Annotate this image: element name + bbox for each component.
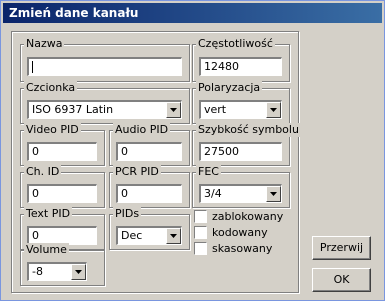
video-pid-label: Video PID [24,123,81,137]
text-pid-label: Text PID [24,207,73,221]
skasowany-label: skasowany [212,242,273,255]
szybkosc-symbolu-input[interactable]: 27500 [199,142,282,161]
polaryzacja-dropdown-arrow[interactable] [266,102,281,118]
volume-dropdown-arrow[interactable] [71,264,86,280]
pids-select[interactable]: Dec [116,226,182,245]
czcionka-dropdown-arrow[interactable] [166,102,181,118]
group-fec: FEC 3/4 [192,165,290,208]
kodowany-label: kodowany [212,226,268,239]
czcionka-select[interactable]: ISO 6937 Latin [27,100,182,119]
zablokowany-label: zablokowany [212,210,284,223]
group-czestotliwosc: Częstotliwość 12480 [192,37,290,82]
audio-pid-label: Audio PID [113,123,171,137]
ch-id-input[interactable]: 0 [27,184,97,203]
fec-dropdown-arrow[interactable] [266,186,281,202]
video-pid-input[interactable]: 0 [27,142,97,161]
volume-select[interactable]: -8 [27,262,87,281]
polaryzacja-label: Polaryzacja [196,81,263,95]
pids-dropdown-arrow[interactable] [166,228,181,244]
chevron-down-icon [170,108,177,112]
group-nazwa: Nazwa [20,37,190,82]
chevron-down-icon [270,192,277,196]
chevron-down-icon [75,270,82,274]
fec-label: FEC [196,165,221,179]
czcionka-label: Czcionka [24,81,78,95]
cancel-button[interactable]: Przerwij [312,236,371,260]
audio-pid-input[interactable]: 0 [116,142,182,161]
pcr-pid-label: PCR PID [113,165,161,179]
polaryzacja-value: vert [204,103,227,116]
group-szybkosc-symbolu: Szybkość symbolu 27500 [192,123,301,166]
czestotliwosc-label: Częstotliwość [196,37,275,51]
fec-value: 3/4 [204,187,222,200]
text-caret [32,61,33,73]
pids-label: PIDs [113,207,142,221]
group-ch-id: Ch. ID 0 [20,165,105,208]
group-czcionka: Czcionka ISO 6937 Latin [20,81,190,124]
nazwa-input[interactable] [27,57,182,76]
ok-button[interactable]: OK [312,268,371,292]
group-audio-pid: Audio PID 0 [109,123,190,166]
pids-value: Dec [121,229,143,242]
fec-select[interactable]: 3/4 [199,184,282,203]
group-pcr-pid: PCR PID 0 [109,165,190,208]
szybkosc-symbolu-label: Szybkość symbolu [196,123,301,137]
volume-label: Volume [24,243,69,257]
pcr-pid-input[interactable]: 0 [116,184,182,203]
chevron-down-icon [170,234,177,238]
group-pids: PIDs Dec [109,207,190,250]
edit-channel-dialog: Zmień dane kanału Nazwa Częstotliwość 12… [0,0,385,301]
czestotliwosc-input[interactable]: 12480 [199,57,282,76]
zablokowany-box[interactable] [194,210,207,223]
group-video-pid: Video PID 0 [20,123,105,166]
ch-id-label: Ch. ID [24,165,62,179]
kodowany-box[interactable] [194,226,207,239]
nazwa-label: Nazwa [24,37,65,51]
channel-settings-panel: Nazwa Częstotliwość 12480 Czcionka ISO 6… [11,31,301,293]
czcionka-value: ISO 6937 Latin [32,103,114,116]
group-polaryzacja: Polaryzacja vert [192,81,290,124]
group-volume: Volume -8 [20,243,105,286]
chevron-down-icon [270,108,277,112]
window-title: Zmień dane kanału [3,3,382,23]
skasowany-box[interactable] [194,242,207,255]
volume-value: -8 [32,265,43,278]
polaryzacja-select[interactable]: vert [199,100,282,119]
